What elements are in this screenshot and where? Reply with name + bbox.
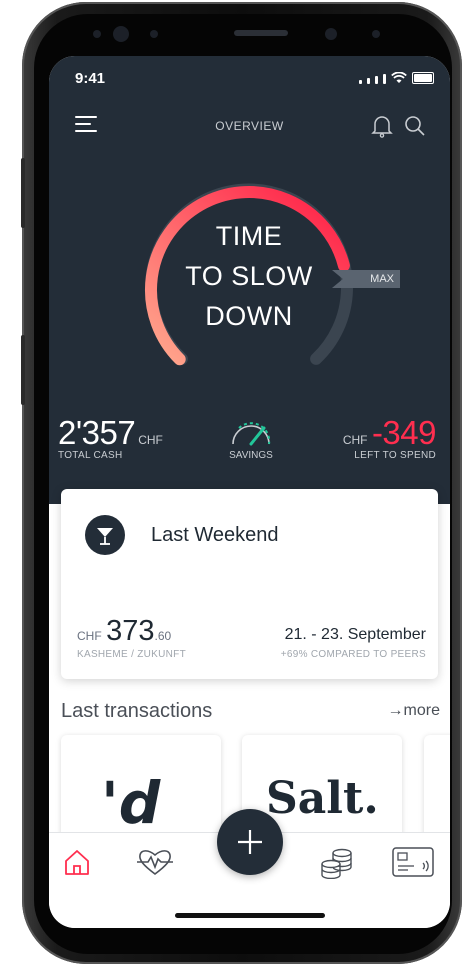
wifi-icon bbox=[391, 72, 407, 83]
gauge-message-line: TO SLOW bbox=[185, 261, 313, 291]
speaker-grille bbox=[234, 30, 288, 36]
app-screen: 9:41 OVERVIEW TIME TO SLOW DOWN MAX 2'35… bbox=[49, 56, 450, 928]
sensor-dot bbox=[113, 26, 129, 42]
total-cash-value: 2'357 bbox=[58, 414, 136, 451]
battery-icon bbox=[412, 72, 434, 84]
total-cash-stat: 2'357 CHF TOTAL CASH bbox=[58, 414, 163, 461]
peer-comparison: +69% COMPARED TO PEERS bbox=[280, 649, 426, 660]
card-icon[interactable] bbox=[392, 847, 434, 877]
gauge-message-line: DOWN bbox=[205, 301, 293, 331]
signal-icon bbox=[383, 74, 386, 84]
cocktail-icon bbox=[85, 515, 125, 555]
home-icon[interactable] bbox=[62, 847, 92, 877]
coins-icon[interactable] bbox=[319, 847, 355, 879]
status-icons bbox=[359, 72, 434, 84]
plus-icon bbox=[238, 830, 262, 854]
bell-icon[interactable] bbox=[371, 114, 393, 138]
last-weekend-card[interactable]: Last Weekend CHF 373.60 KASHEME / ZUKUNF… bbox=[61, 489, 438, 679]
signal-icon bbox=[359, 80, 362, 84]
gauge-message: TIME TO SLOW DOWN bbox=[159, 216, 339, 336]
signal-icon bbox=[367, 78, 370, 84]
power-button bbox=[21, 335, 25, 405]
signal-icon bbox=[375, 76, 378, 84]
total-cash-label: TOTAL CASH bbox=[58, 450, 123, 461]
weekend-amount: CHF 373.60 bbox=[77, 615, 171, 648]
add-button[interactable] bbox=[217, 809, 283, 875]
search-icon[interactable] bbox=[403, 114, 427, 138]
sensor-dot bbox=[93, 30, 101, 38]
overview-panel: 9:41 OVERVIEW TIME TO SLOW DOWN MAX 2'35… bbox=[49, 56, 450, 504]
date-range: 21. - 23. September bbox=[284, 626, 426, 643]
more-link[interactable]: →more bbox=[388, 702, 440, 720]
speedometer-icon[interactable] bbox=[225, 416, 277, 448]
left-to-spend-unit: CHF bbox=[342, 433, 368, 447]
left-to-spend-value: -349 bbox=[371, 414, 437, 451]
tab-bar bbox=[49, 809, 450, 928]
transactions-heading: Last transactions bbox=[61, 700, 213, 722]
front-camera bbox=[325, 28, 337, 40]
amount-decimal: .60 bbox=[154, 629, 172, 643]
left-to-spend-label: LEFT TO SPEND bbox=[354, 450, 436, 461]
total-cash-unit: CHF bbox=[138, 433, 163, 447]
volume-button bbox=[21, 158, 25, 228]
amount-caption: KASHEME / ZUKUNFT bbox=[77, 649, 186, 660]
sensor-dot bbox=[372, 30, 380, 38]
gauge-message-line: TIME bbox=[215, 221, 283, 251]
sensor-dot bbox=[150, 30, 158, 38]
status-time: 9:41 bbox=[75, 70, 106, 87]
home-indicator bbox=[175, 913, 325, 918]
savings-label: SAVINGS bbox=[229, 450, 273, 461]
merchant-logo: 'd bbox=[101, 769, 161, 837]
amount-currency: CHF bbox=[77, 629, 102, 643]
amount-integer: 373 bbox=[106, 615, 155, 647]
card-title: Last Weekend bbox=[151, 524, 279, 546]
heart-rate-icon[interactable] bbox=[135, 847, 175, 877]
left-to-spend-stat: CHF -349 LEFT TO SPEND bbox=[340, 414, 437, 461]
